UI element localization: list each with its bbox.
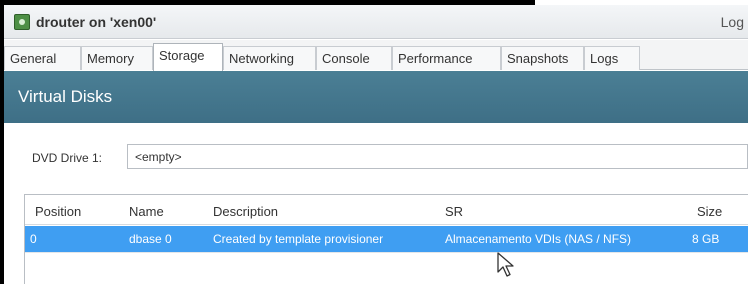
table-row[interactable]: 0 dbase 0 Created by template provisione… [25,226,748,252]
virtual-disks-banner: Virtual Disks [4,71,748,123]
mouse-cursor-icon [497,252,514,277]
column-header-name[interactable]: Name [129,204,164,219]
cell-name: dbase 0 [129,232,172,246]
tab-storage[interactable]: Storage [153,43,223,71]
section-title: Virtual Disks [18,87,113,106]
virtual-disks-table: Position Name Description SR Size 0 dbas… [24,194,748,284]
tab-snapshots[interactable]: Snapshots [501,46,584,70]
column-header-description[interactable]: Description [213,204,278,219]
cell-size: 8 GB [692,232,720,246]
column-header-sr[interactable]: SR [445,204,463,219]
column-header-size[interactable]: Size [697,204,722,219]
cell-position: 0 [30,232,37,246]
tab-networking[interactable]: Networking [223,46,316,70]
tab-bar: General Memory Storage Networking Consol… [4,40,748,71]
cell-description: Created by template provisioner [213,232,384,246]
table-header: Position Name Description SR Size [25,195,748,225]
cell-sr: Almacenamento VDIs (NAS / NFS) [445,232,632,246]
dvd-drive-select[interactable]: <empty> [127,144,748,169]
vm-icon [14,14,30,30]
tab-memory[interactable]: Memory [81,46,153,70]
tab-general[interactable]: General [4,46,81,70]
window-title: drouter on 'xen00' [36,14,157,30]
column-header-position[interactable]: Position [35,204,81,219]
tab-performance[interactable]: Performance [392,46,501,70]
tab-logs[interactable]: Logs [584,46,640,70]
row-divider [25,252,748,253]
title-bar: drouter on 'xen00' Log [4,5,748,39]
tab-console[interactable]: Console [316,46,392,70]
dvd-drive-label: DVD Drive 1: [32,151,103,165]
logs-link[interactable]: Log [721,14,744,30]
